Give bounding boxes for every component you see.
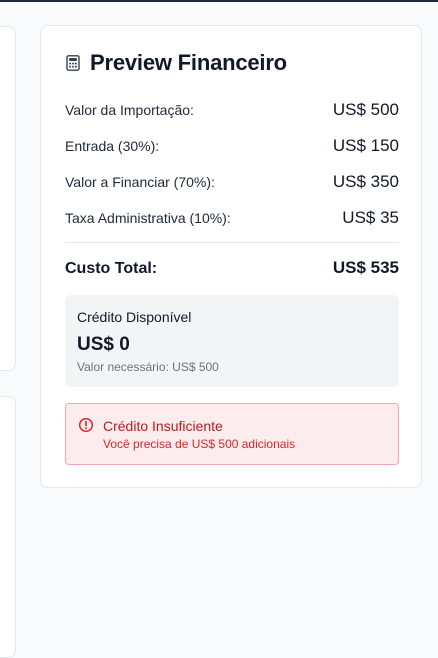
credit-title: Crédito Disponível [77,309,192,325]
row-value: US$ 35 [342,208,399,227]
left-panel-card-lower [0,396,16,658]
row-admin-fee: Taxa Administrativa (10%): US$ 35 [65,208,399,228]
insufficient-credit-alert: Crédito Insuficiente Você precisa de US$… [65,403,399,465]
row-label: Valor da Importação: [65,102,194,118]
row-label: Entrada (30%): [65,138,160,154]
total-label: Custo Total: [65,260,158,277]
available-credit-box: Crédito Disponível US$ 0 Valor necessári… [65,295,399,387]
credit-needed: Valor necessário: US$ 500 [77,360,219,374]
page-title: Preview Financeiro [90,50,287,75]
left-panel-card [0,26,16,371]
financial-preview-card: Preview Financeiro Valor da Importação: … [40,25,422,488]
row-label: Taxa Administrativa (10%): [65,210,231,226]
row-value: US$ 500 [332,100,399,119]
row-total-cost: Custo Total: US$ 535 [65,258,399,278]
row-value: US$ 350 [332,172,399,191]
row-financed-value: Valor a Financiar (70%): US$ 350 [65,172,399,192]
top-bar [0,0,438,2]
credit-amount: US$ 0 [77,334,130,355]
calculator-icon [66,55,80,71]
divider [65,242,399,243]
alert-circle-icon [78,417,94,433]
card-header: Preview Financeiro [66,50,287,76]
row-import-value: Valor da Importação: US$ 500 [65,100,399,120]
alert-title: Crédito Insuficiente [103,418,223,434]
alert-message: Você precisa de US$ 500 adicionais [103,437,296,451]
row-value: US$ 150 [332,136,399,155]
total-value: US$ 535 [332,258,399,277]
row-label: Valor a Financiar (70%): [65,174,215,190]
row-down-payment: Entrada (30%): US$ 150 [65,136,399,156]
